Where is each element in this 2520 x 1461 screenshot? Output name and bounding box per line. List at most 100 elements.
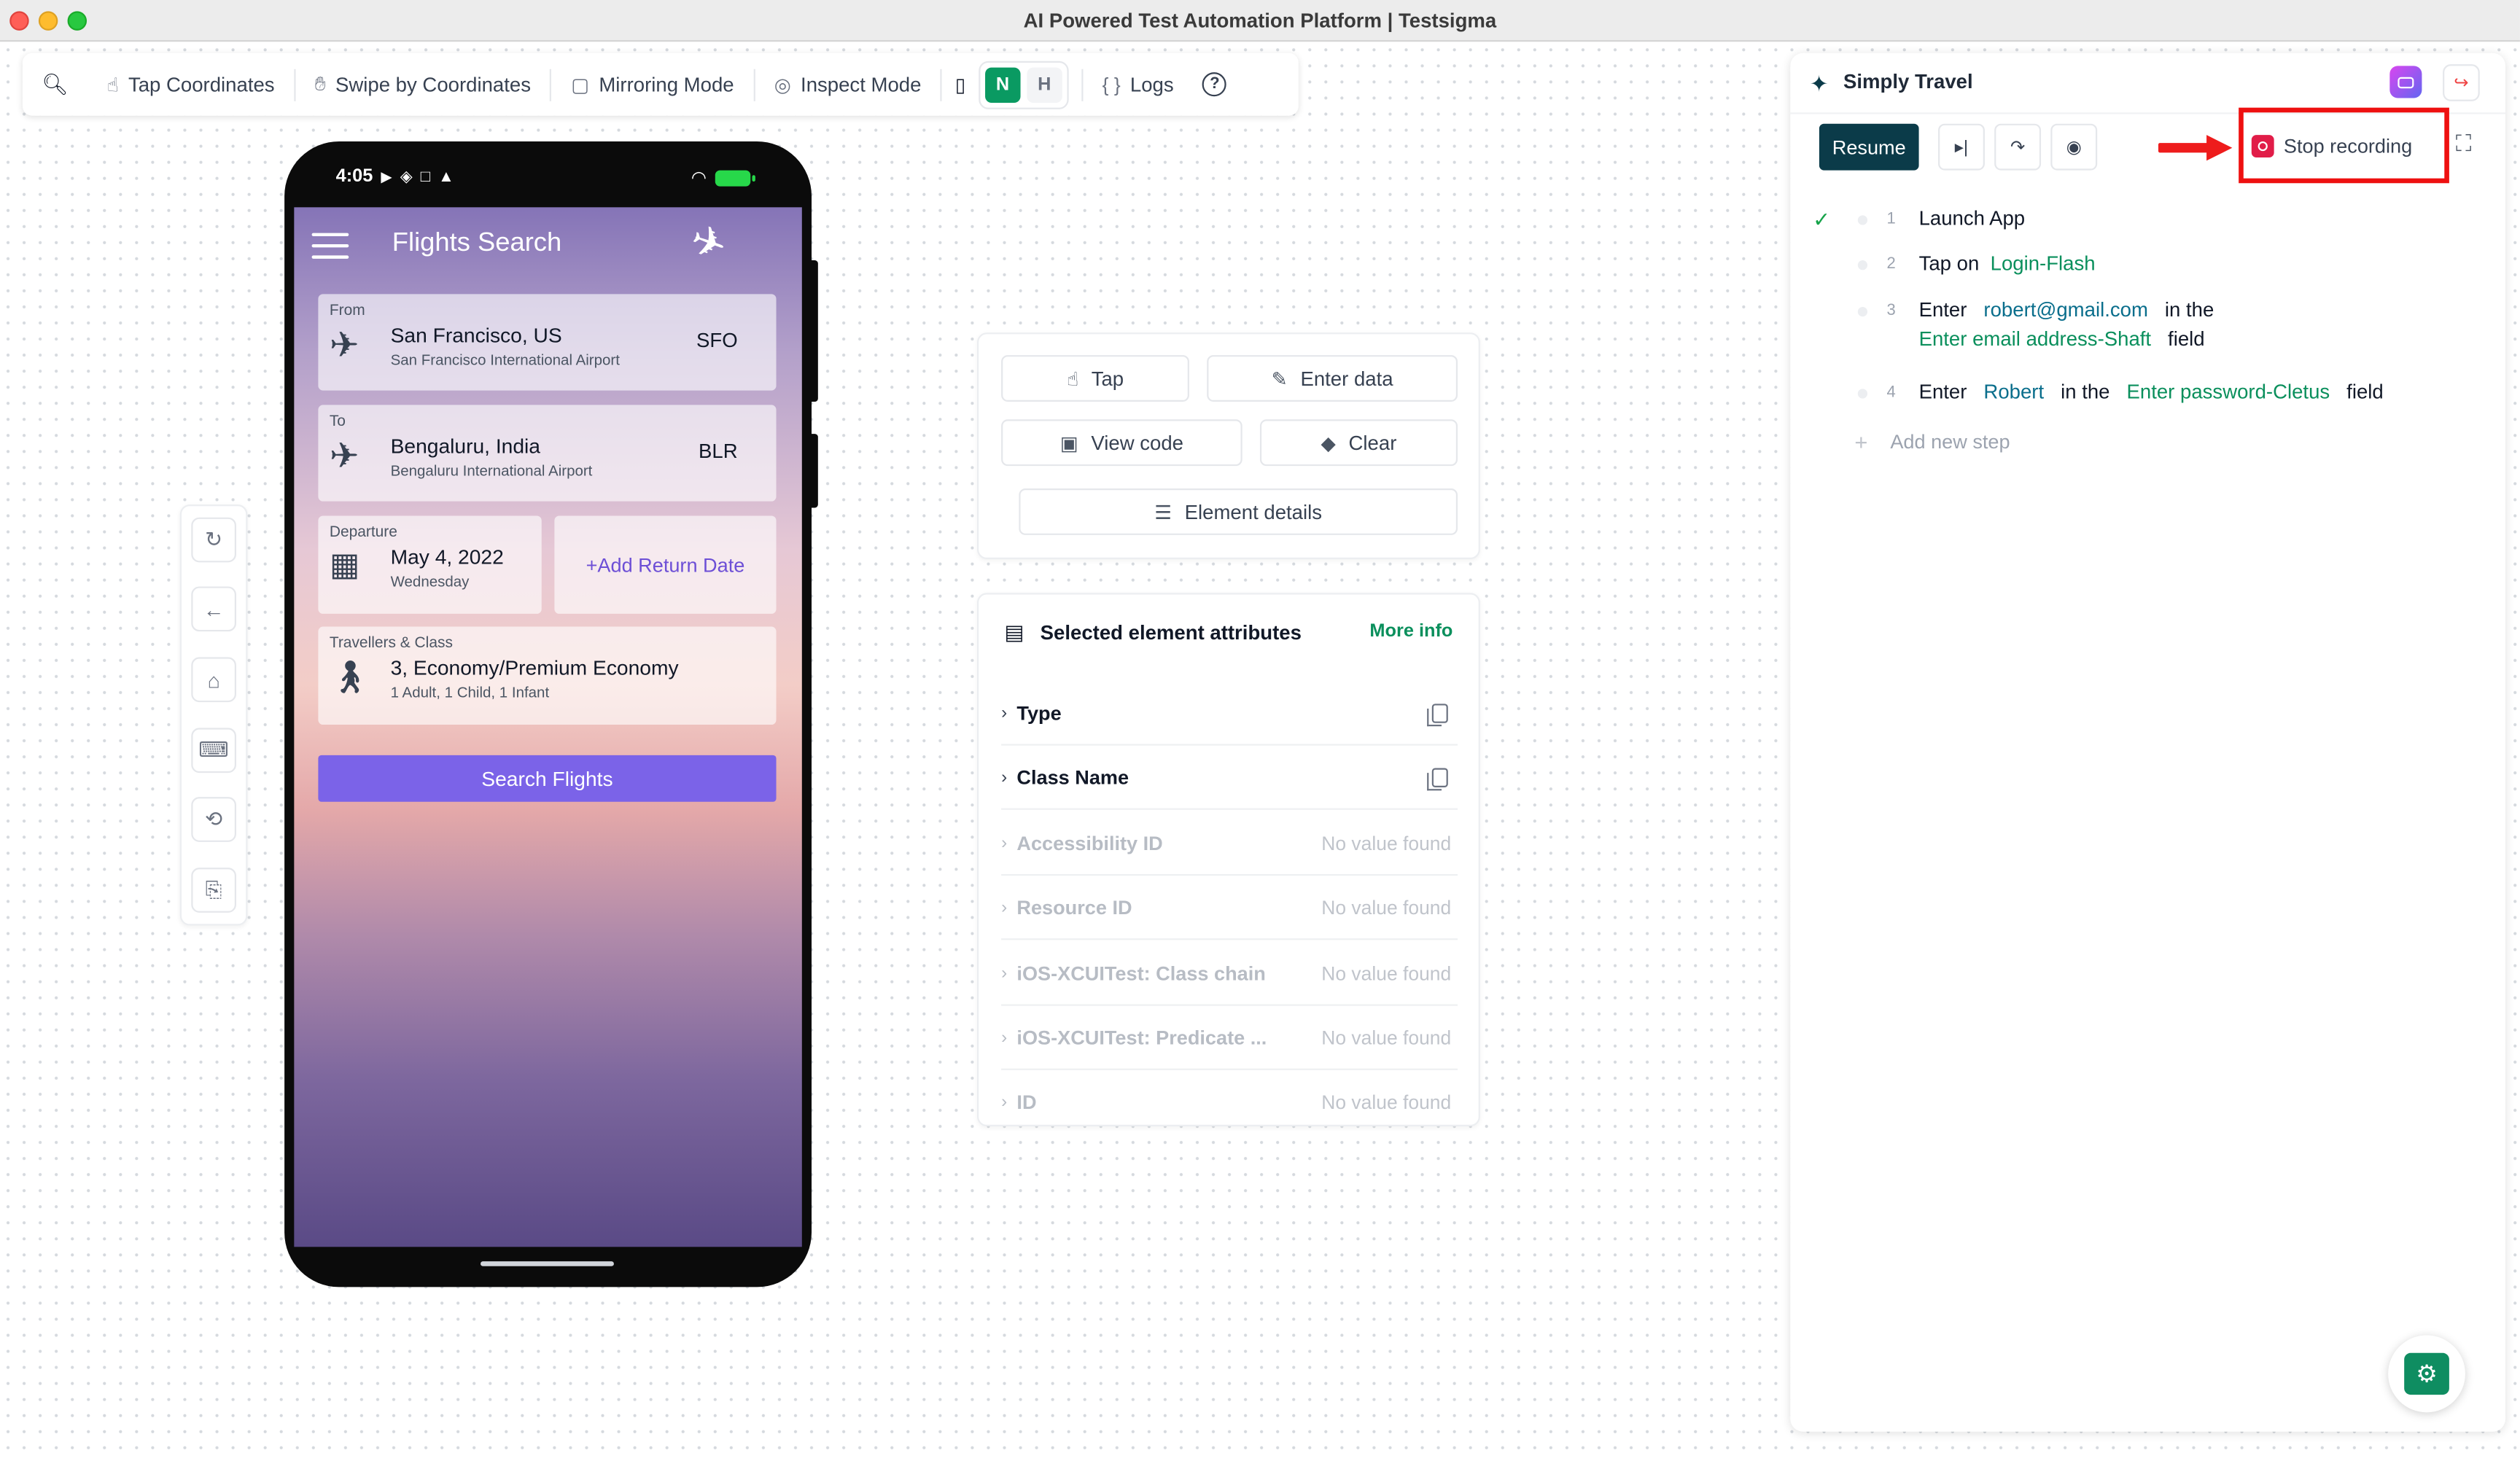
device-home-indicator	[480, 1261, 614, 1266]
arrow-left-icon: ←	[203, 596, 225, 621]
refresh-button[interactable]: ↻	[191, 517, 236, 563]
more-info-link[interactable]: More info	[1369, 622, 1452, 641]
skip-next-icon: ▸|	[1954, 138, 1969, 157]
element-attributes-panel: ▤ Selected element attributes More info …	[977, 593, 1480, 1127]
attribute-row-resource-id: › Resource ID No value found	[1001, 876, 1458, 940]
clear-button[interactable]: ◆ Clear	[1259, 419, 1458, 467]
attribute-row-id: › ID No value found	[1001, 1070, 1458, 1125]
menu-icon[interactable]	[311, 233, 349, 267]
step-over-button[interactable]: ↷	[1994, 123, 2042, 171]
attribute-row-predicate: › iOS-XCUITest: Predicate ... No value f…	[1001, 1006, 1458, 1070]
plus-icon: +	[1854, 429, 1868, 455]
stop-recording-label: Stop recording	[2283, 135, 2413, 157]
to-city: Bengaluru, India	[390, 434, 540, 459]
back-button[interactable]: ←	[191, 586, 236, 632]
from-field[interactable]: From ✈︎ San Francisco, US San Francisco …	[318, 294, 777, 391]
step-number: 4	[1886, 383, 1896, 402]
search-button[interactable]: 🔍︎	[39, 53, 88, 116]
inspect-mode-label: Inspect Mode	[801, 73, 922, 96]
tap-action-button[interactable]: ☝︎ Tap	[1001, 355, 1189, 402]
mirror-icon: ▢	[571, 73, 590, 96]
from-city: San Francisco, US	[390, 323, 562, 348]
home-button[interactable]: ⌂	[191, 657, 236, 703]
enter-data-button[interactable]: ✎ Enter data	[1207, 355, 1458, 402]
view-code-button[interactable]: ▣ View code	[1001, 419, 1242, 467]
assistant-fab-button[interactable]: ⚙	[2388, 1335, 2465, 1413]
chevron-right-icon: ›	[1001, 897, 1008, 917]
inspect-mode-button[interactable]: ◎ Inspect Mode	[755, 53, 941, 116]
h-mode-button[interactable]: H	[1027, 66, 1062, 102]
step-number: 2	[1886, 255, 1896, 273]
exit-session-button[interactable]: ↪	[2443, 64, 2480, 101]
attributes-icon: ▤	[1004, 620, 1024, 644]
step-forward-button[interactable]: ▸|	[1938, 123, 1985, 171]
pen-icon: ✎	[1271, 367, 1288, 390]
drag-handle[interactable]	[1857, 306, 1868, 317]
tap-coordinates-button[interactable]: ☝︎ Tap Coordinates	[88, 53, 294, 116]
travellers-label: Travellers & Class	[329, 634, 453, 652]
tap-action-label: Tap	[1091, 367, 1124, 390]
inspect-icon: ◎	[774, 73, 791, 96]
add-new-step-button[interactable]: + Add new step	[1854, 429, 2010, 454]
attribute-row-class-name[interactable]: › Class Name	[1001, 746, 1458, 810]
device-status-bar: 4:05 ▶ ◈ □ ▲	[336, 167, 454, 186]
help-button[interactable]: ?	[1193, 53, 1246, 116]
chat-assistant-button[interactable]	[2389, 66, 2422, 98]
departure-date: May 4, 2022	[390, 545, 504, 569]
to-field[interactable]: To ✈︎ Bengaluru, India Bengaluru Interna…	[318, 405, 777, 502]
rotate-button[interactable]: ⟲	[191, 797, 236, 842]
attributes-header: ▤ Selected element attributes	[1005, 620, 1302, 646]
chevron-right-icon: ›	[1001, 1027, 1008, 1047]
resume-button[interactable]: Resume	[1819, 123, 1919, 171]
device-status-right: ◠	[691, 167, 755, 188]
screen-record-button[interactable]: ◉	[2050, 123, 2098, 171]
logs-label: Logs	[1129, 73, 1174, 96]
departure-label: Departure	[329, 523, 397, 542]
departure-field[interactable]: Departure ▦ May 4, 2022 Wednesday	[318, 515, 542, 614]
search-flights-button[interactable]: Search Flights	[318, 755, 777, 802]
recorder-panel: ✦ Simply Travel ↪ Resume ▸| ↷ ◉ Stop rec…	[1790, 52, 2506, 1432]
logs-button[interactable]: { } Logs	[1083, 53, 1193, 116]
swipe-icon: ✋︎	[314, 72, 326, 96]
install-app-button[interactable]: ⎘	[191, 868, 236, 913]
departure-plane-icon: ✈︎	[329, 324, 359, 365]
drag-handle[interactable]	[1857, 389, 1868, 399]
copy-icon[interactable]	[1427, 767, 1448, 790]
gear-chat-icon: ⚙	[2404, 1352, 2449, 1395]
step-number: 1	[1886, 210, 1896, 228]
element-details-button[interactable]: ☰ Element details	[1019, 488, 1458, 535]
step-text: Enter Robert in the Enter password-Cletu…	[1918, 381, 2384, 404]
keyboard-button[interactable]: ⌨	[191, 728, 236, 774]
check-icon: ✓	[1813, 207, 1831, 232]
details-icon: ☰	[1154, 500, 1172, 523]
mirroring-mode-button[interactable]: ▢ Mirroring Mode	[552, 53, 753, 116]
attribute-row-type[interactable]: › Type	[1001, 681, 1458, 746]
device-orientation-button[interactable]: ▯	[942, 53, 966, 116]
attribute-name: Accessibility ID	[1016, 831, 1163, 854]
swipe-coordinates-button[interactable]: ✋︎ Swipe by Coordinates	[295, 53, 550, 116]
swipe-coordinates-label: Swipe by Coordinates	[335, 73, 532, 96]
step-text: Launch App	[1918, 207, 2026, 230]
chat-icon	[2398, 76, 2414, 88]
chevron-right-icon: ›	[1001, 963, 1008, 983]
attribute-row-accessibility-id: › Accessibility ID No value found	[1001, 811, 1458, 876]
travellers-field[interactable]: Travellers & Class 🚶︎ 3, Economy/Premium…	[318, 626, 777, 725]
copy-icon[interactable]	[1427, 703, 1448, 726]
drag-handle[interactable]	[1857, 260, 1868, 270]
add-return-date-button[interactable]: +Add Return Date	[554, 515, 777, 614]
calendar-icon: ▦	[329, 548, 360, 584]
battery-icon	[714, 169, 755, 186]
add-new-step-label: Add new step	[1890, 430, 2010, 453]
chevron-right-icon: ›	[1001, 703, 1008, 722]
screenshot-icon: □	[420, 168, 431, 186]
stop-recording-button[interactable]: Stop recording	[2251, 124, 2413, 169]
tap-icon: ☝︎	[106, 73, 119, 96]
chevron-right-icon: ›	[1001, 767, 1008, 787]
fit-screen-icon[interactable]: ⛶	[2456, 130, 2472, 157]
drag-handle[interactable]	[1857, 215, 1868, 225]
n-mode-button[interactable]: N	[984, 66, 1021, 102]
play-icon: ▶	[381, 168, 392, 184]
step-text: Tap on Login-Flash	[1918, 252, 2096, 275]
recorder-header: ✦ Simply Travel ↪	[1790, 53, 2505, 113]
view-code-label: View code	[1091, 431, 1184, 454]
